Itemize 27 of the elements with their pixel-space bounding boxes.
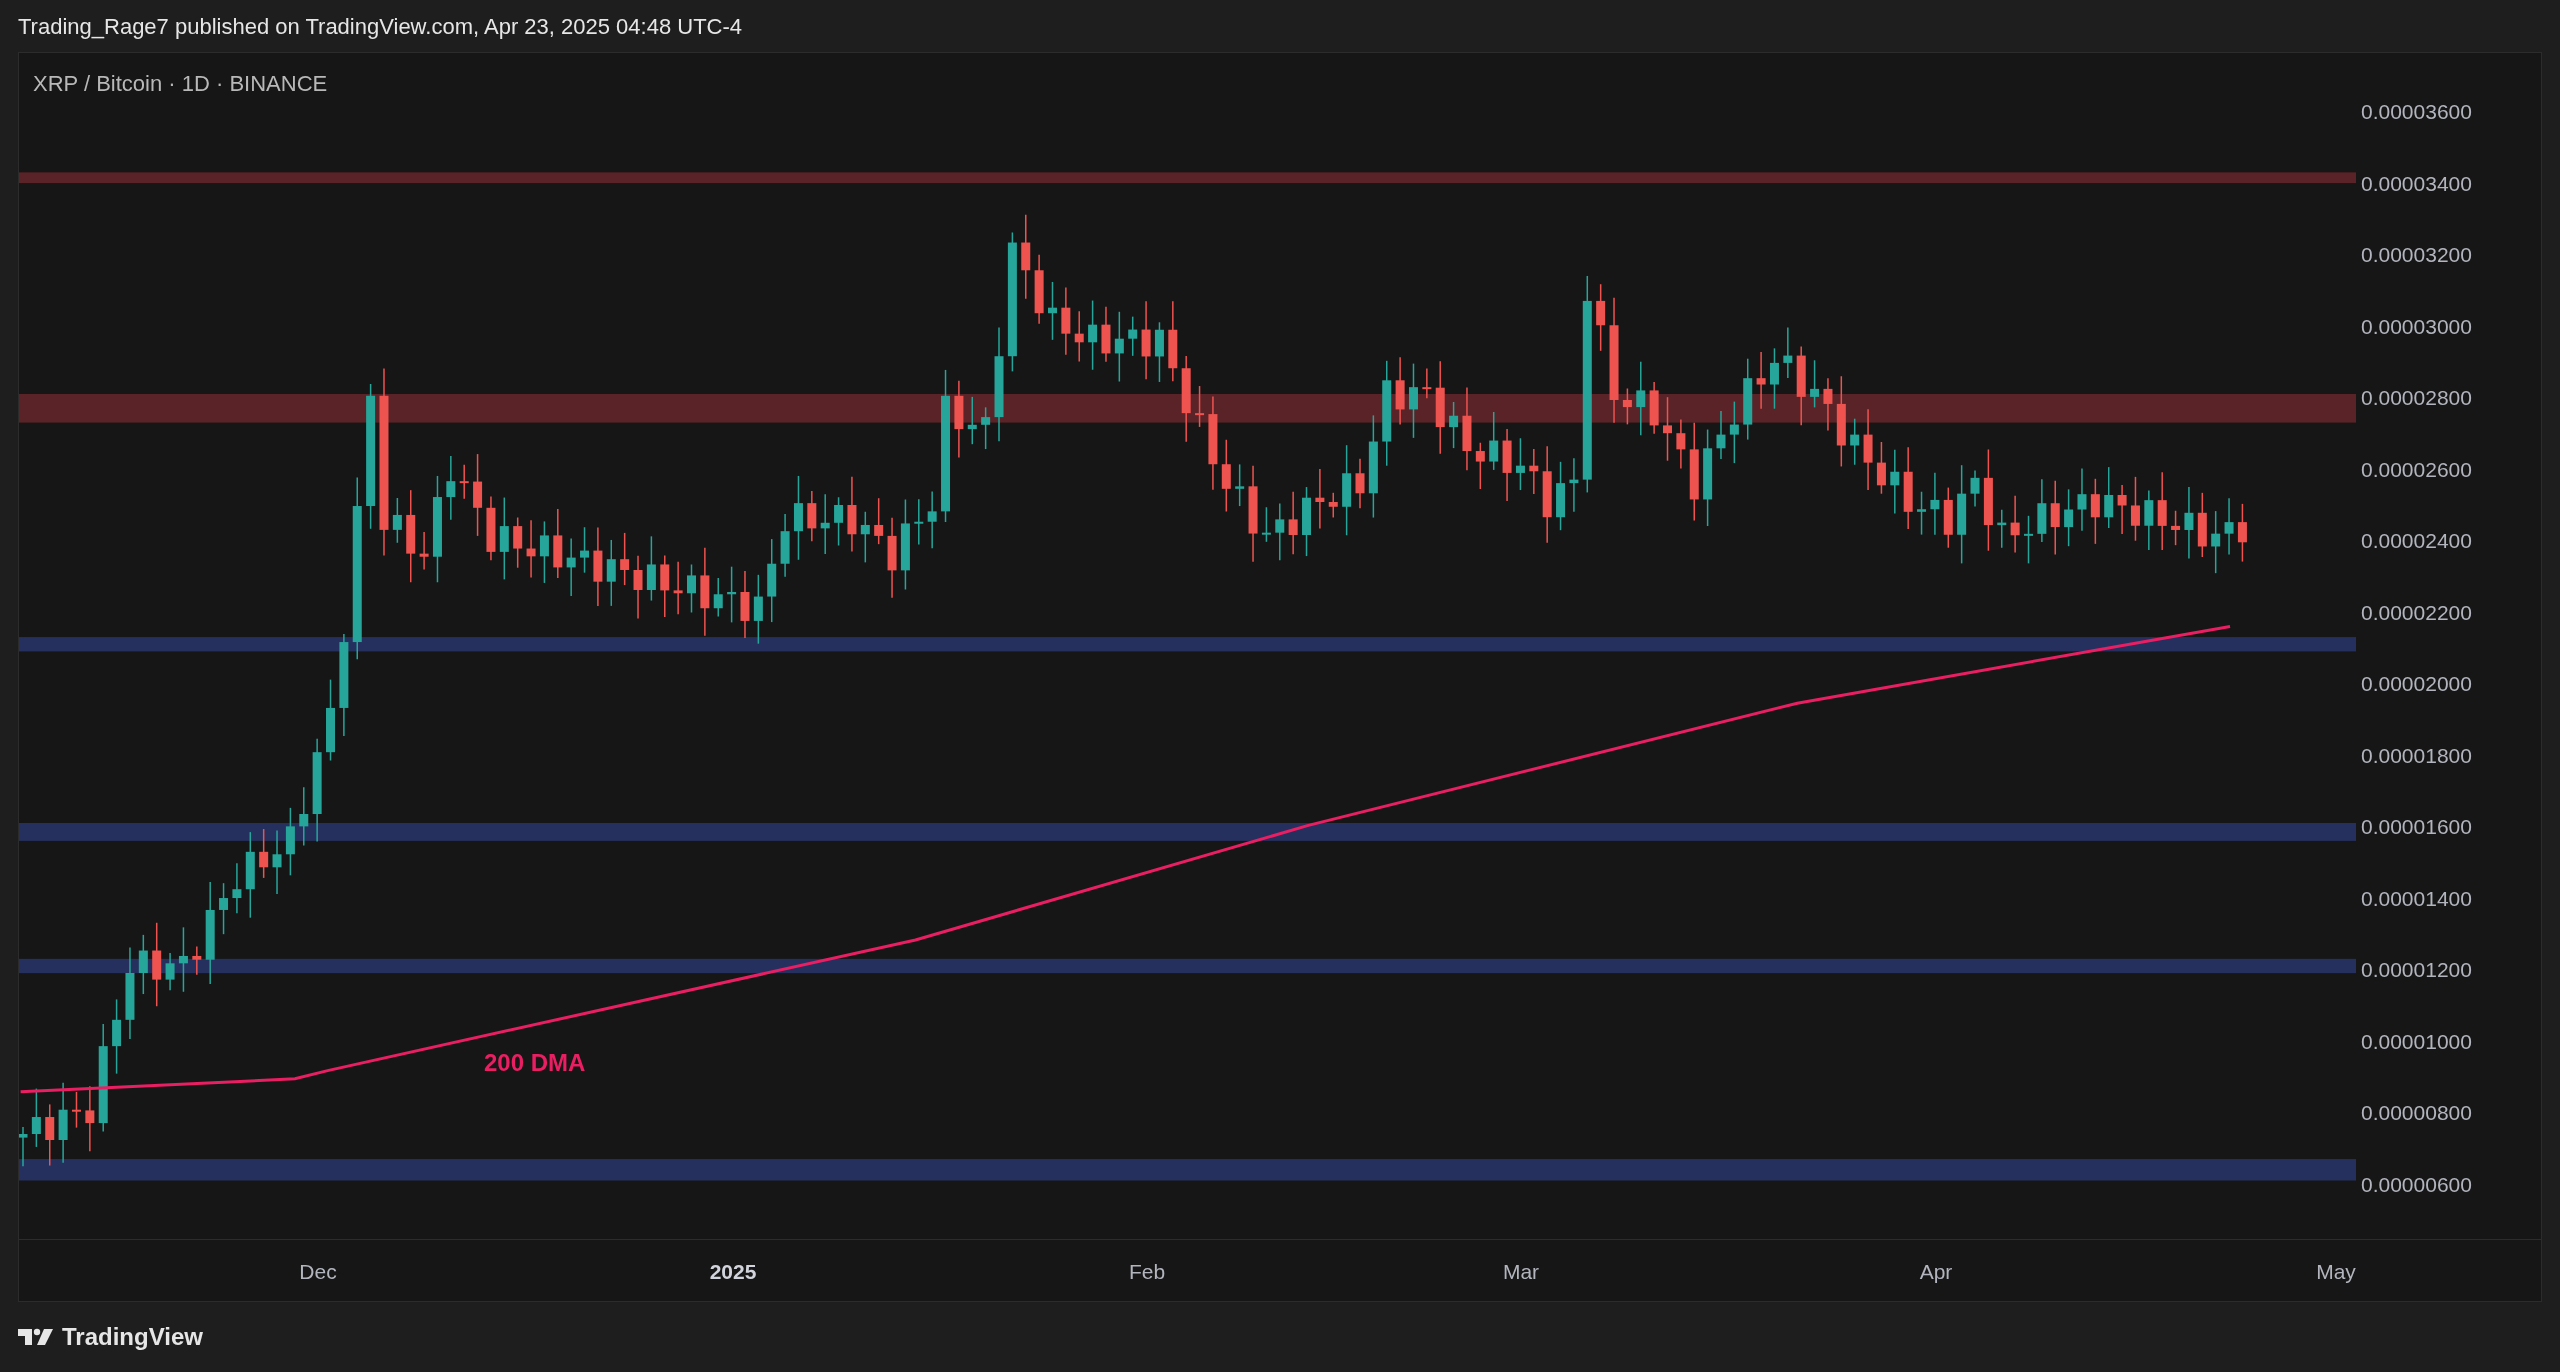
price-label: 0.00002200: [2361, 599, 2472, 626]
price-label: 0.00003600: [2361, 99, 2472, 125]
price-label: 0.00001000: [2361, 1028, 2472, 1055]
price-label: 0.00003200: [2361, 242, 2472, 268]
price-label: 0.00002600: [2361, 456, 2472, 483]
time-label: Mar: [1502, 1259, 1540, 1285]
time-label: Feb: [1128, 1259, 1166, 1285]
price-label: 0.00002800: [2361, 385, 2472, 411]
price-label: 0.00003400: [2361, 170, 2472, 197]
time-label: Dec: [299, 1259, 337, 1285]
price-label: 0.00001600: [2361, 814, 2472, 840]
price-label: 0.00000800: [2361, 1100, 2472, 1126]
price-label: 0.00001400: [2361, 885, 2472, 912]
time-label: Apr: [1919, 1259, 1953, 1285]
publish-info: Trading_Rage7 published on TradingView.com, Apr 23, 2025 04:48 UTC-4: [18, 12, 742, 41]
indicator-label: 200 DMA: [484, 1048, 586, 1078]
price-label: 0.00002400: [2361, 528, 2472, 554]
price-label: 0.00003000: [2361, 313, 2472, 340]
price-label: 0.00001800: [2361, 742, 2472, 769]
logo-icon: [18, 1327, 54, 1347]
logo-text: TradingView: [62, 1322, 203, 1352]
price-label: 0.00000600: [2361, 1171, 2472, 1198]
chart-title: XRP / Bitcoin · 1D · BINANCE: [33, 70, 328, 98]
price-label: 0.00002000: [2361, 671, 2472, 697]
price-label: 0.00001200: [2361, 957, 2472, 983]
time-label: 2025: [709, 1259, 757, 1285]
time-label: May: [2316, 1259, 2356, 1285]
